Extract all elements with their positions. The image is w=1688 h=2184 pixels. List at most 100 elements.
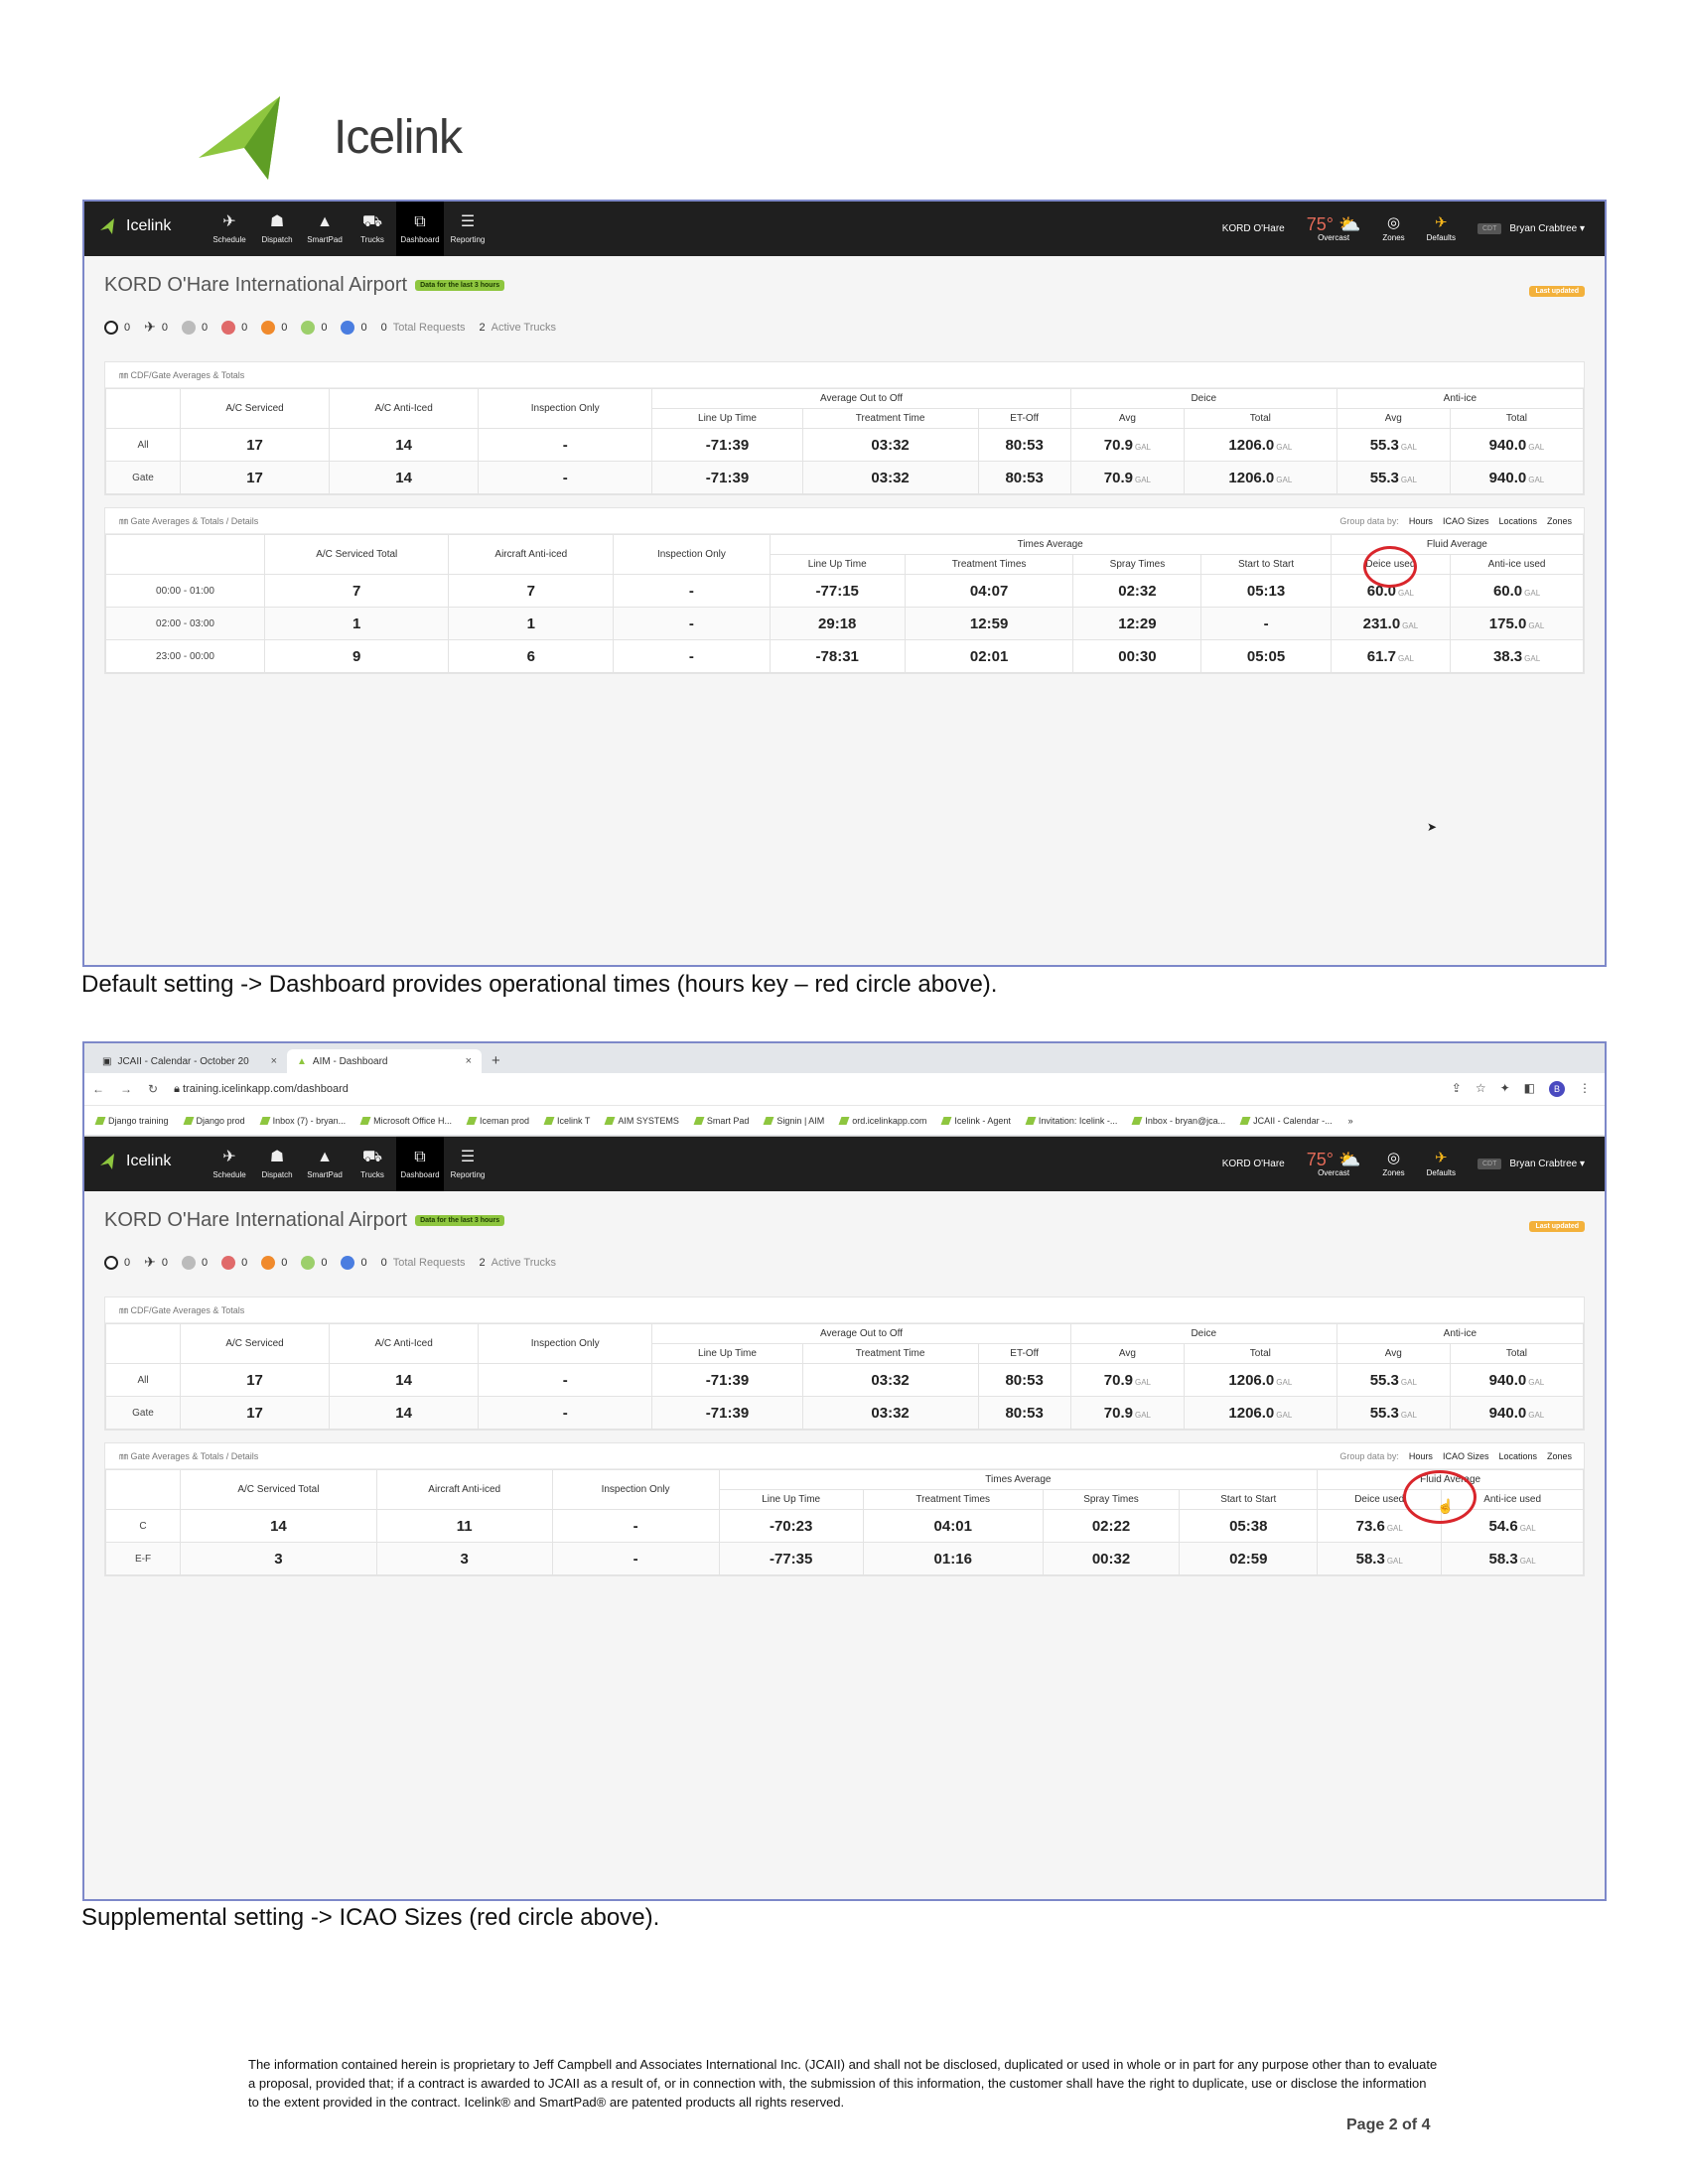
bookmark-item[interactable]: Smart Pad [693,1116,749,1126]
airport-selector[interactable]: KORD O'Hare [1222,1159,1285,1169]
table-cell: 05:05 [1200,639,1332,673]
bookmark-item[interactable]: ord.icelinkapp.com [838,1116,926,1126]
table-cell: 7 [448,574,615,608]
group-by-zones[interactable]: Zones [1547,516,1572,526]
group-by-hours[interactable]: Hours [1409,1451,1433,1461]
profile-avatar[interactable]: B [1549,1081,1565,1097]
close-icon[interactable]: × [466,1055,472,1067]
nav-dispatch[interactable]: ☗ Dispatch [253,202,301,256]
bookmark-item[interactable]: JCAII - Calendar -... [1239,1116,1333,1126]
table-cell: 03:32 [801,1396,979,1430]
status-inbound: ✈ 0 [144,1254,168,1270]
weather-widget[interactable]: 75° ⛅ Overcast [1307,1151,1361,1177]
last-updated-badge: Last updated [1529,286,1585,297]
airport-selector[interactable]: KORD O'Hare [1222,223,1285,234]
group-by-locations[interactable]: Locations [1498,1451,1537,1461]
nav-schedule[interactable]: ✈ Schedule [206,1137,253,1191]
app-brand[interactable]: Icelink [100,1153,171,1170]
gate-rows: 00:00 - 01:00 7 7- -77:15 04:07 02:32 05:13 60.… [105,574,1584,673]
nav-dashboard[interactable]: ⧉ Dashboard [396,202,444,256]
back-icon[interactable]: ← [92,1082,104,1096]
table-row: 00:00 - 01:00 7 7- -77:15 04:07 02:32 05:13 60.… [105,574,1584,608]
nav-schedule[interactable]: ✈ Schedule [206,202,253,256]
bookmark-item[interactable]: Invitation: Icelink -... [1025,1116,1117,1126]
nav-reporting[interactable]: ☰ Reporting [444,202,492,256]
active-trucks: 2 Active Trucks [479,321,557,334]
group-by-zones[interactable]: Zones [1547,1451,1572,1461]
unit-label: GAL [1276,442,1293,452]
table-cell: 60.0 GAL [1450,574,1584,608]
menu-icon[interactable]: ⋮ [1579,1081,1591,1097]
bookmark-item[interactable]: Signin | AIM [763,1116,824,1126]
gate-table-icao: A/C Serviced Total Aircraft Anti-iced In… [105,1469,1584,1575]
unit-label: GAL [1386,1556,1403,1566]
tab-dashboard[interactable]: ▲ AIM - Dashboard × [287,1049,482,1073]
sidebar-icon[interactable]: ◧ [1524,1081,1535,1097]
brand-label: Icelink [126,217,172,234]
group-by-locations[interactable]: Locations [1498,516,1537,526]
table-cell: -70:23 [718,1509,864,1543]
status-unassigned: 0 [104,320,130,335]
app-brand[interactable]: Icelink [100,217,171,235]
star-icon[interactable]: ☆ [1476,1081,1486,1097]
share-icon[interactable]: ⇪ [1452,1081,1462,1097]
nav-trucks[interactable]: ⛟ Trucks [349,202,396,256]
zones-button[interactable]: ◎ Zones [1382,215,1404,242]
tab-calendar[interactable]: ▣ JCAII - Calendar - October 20 × [92,1049,287,1073]
bookmark-item[interactable]: AIM SYSTEMS [604,1116,679,1126]
table-cell: 940.0 GAL [1449,428,1585,462]
url-input[interactable]: 🔒︎ training.icelinkapp.com/dashboard [174,1083,1436,1096]
status-red: 0 [221,1255,247,1270]
extensions-icon[interactable]: ✦ [1500,1081,1510,1097]
bookmark-item[interactable]: Microsoft Office H... [359,1116,452,1126]
group-by-hours[interactable]: Hours [1409,516,1433,526]
status-summary: 0 ✈ 0 0 0 0 0 0 0 Total Requests 2 Active T… [104,1254,1585,1271]
bookmark-item[interactable]: » [1348,1116,1353,1126]
nav-trucks[interactable]: ⛟ Trucks [349,1137,396,1191]
chart-icon: ㎜ [119,1451,129,1461]
nav-reporting[interactable]: ☰ Reporting [444,1137,492,1191]
group-by-icao[interactable]: ICAO Sizes [1443,1451,1489,1461]
forward-icon[interactable]: → [120,1082,132,1096]
table-cell: - [478,461,653,494]
group-by-controls: Group data by: Hours ICAO Sizes Location… [1339,508,1572,534]
cdf-rows: All 17 14- -71:39 03:32 80:53 70.9 GAL 1206.0 GAL… [105,1363,1585,1430]
bookmark-item[interactable]: Icelink - Agent [940,1116,1011,1126]
zones-label: Zones [1382,233,1405,242]
temperature: 75° [1306,214,1334,234]
zones-button[interactable]: ◎ Zones [1382,1151,1404,1177]
nav-smartpad[interactable]: ▲ SmartPad [301,1137,349,1191]
table-cell: 02:32 [1072,574,1202,608]
user-menu[interactable]: CDT Bryan Crabtree ▾ [1477,1159,1585,1169]
close-icon[interactable]: × [271,1055,277,1067]
table-cell: 70.9 GAL [1069,428,1185,462]
table-row: C 14 11- -70:23 04:01 02:22 05:38 73.6 GAL 54.6 GA… [105,1509,1584,1543]
bookmark-item[interactable]: Inbox - bryan@jca... [1131,1116,1225,1126]
weather-widget[interactable]: 75° ⛅ Overcast [1307,215,1361,242]
bookmark-item[interactable]: Icelink T [543,1116,590,1126]
group-by-icao[interactable]: ICAO Sizes [1443,516,1489,526]
table-cell: 00:32 [1042,1542,1181,1575]
reload-icon[interactable]: ↻ [148,1082,158,1096]
table-cell: 17 [179,428,331,462]
cdf-table: A/C Serviced A/C Anti-Iced Inspection On… [105,388,1585,494]
bookmark-item[interactable]: Django training [94,1116,169,1126]
nav-smartpad[interactable]: ▲ SmartPad [301,202,349,256]
new-tab-button[interactable]: + [482,1049,510,1073]
unit-label: GAL [1402,620,1419,630]
cdf-heading: CDF/Gate Averages & Totals [130,369,245,380]
table-cell: 940.0 GAL [1449,1363,1585,1397]
defaults-button[interactable]: ✈ Defaults [1427,1151,1456,1177]
unit-label: GAL [1276,475,1293,484]
nav-dashboard[interactable]: ⧉ Dashboard [396,1137,444,1191]
total-requests: 0 Total Requests [380,1256,466,1269]
bookmark-item[interactable]: Django prod [183,1116,245,1126]
nav-dispatch[interactable]: ☗ Dispatch [253,1137,301,1191]
cdf-rows: All 17 14- -71:39 03:32 80:53 70.9 GAL 1206.0 GAL… [105,428,1585,494]
target-icon: ◎ [1386,1150,1401,1166]
unit-label: GAL [1519,1523,1536,1533]
defaults-button[interactable]: ✈ Defaults [1427,215,1456,242]
bookmark-item[interactable]: Iceman prod [466,1116,529,1126]
user-menu[interactable]: CDT Bryan Crabtree ▾ [1477,223,1585,234]
bookmark-item[interactable]: Inbox (7) - bryan... [259,1116,346,1126]
